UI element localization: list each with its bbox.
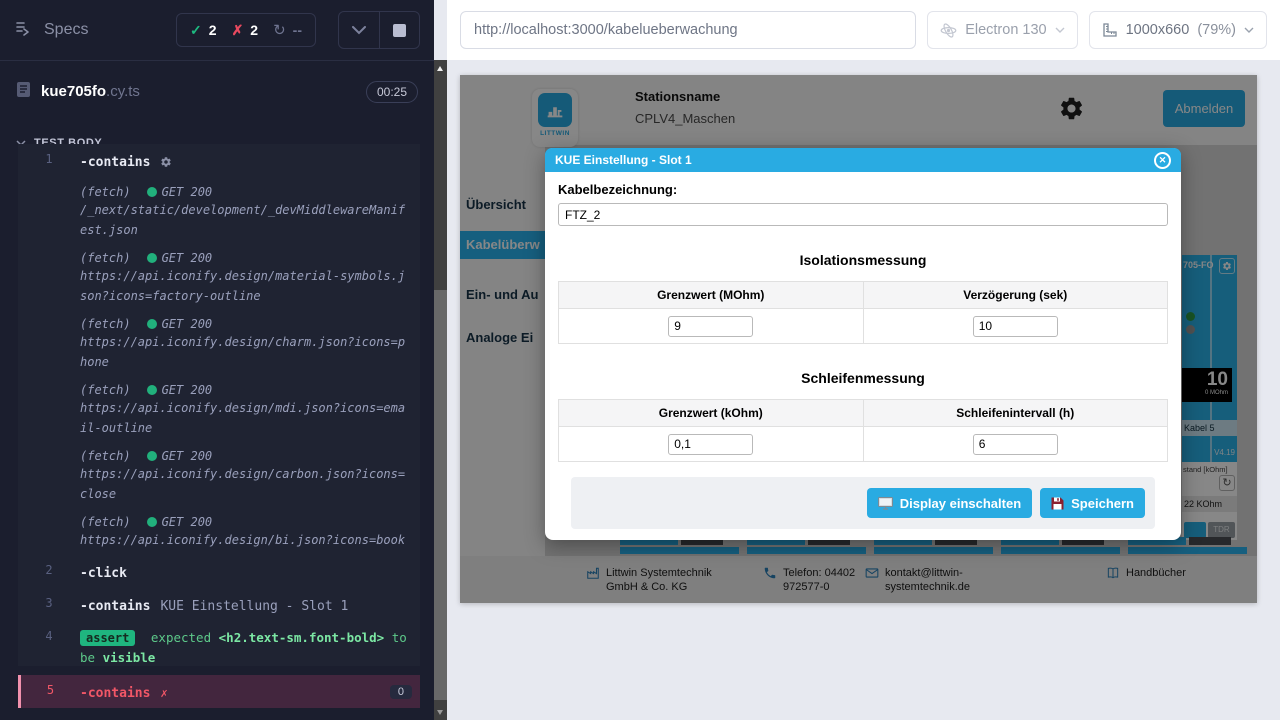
stat-passed: ✓ 2 (190, 22, 217, 39)
fetch-log-1[interactable]: (fetch)GET 200 /_next/static/development… (18, 179, 420, 245)
modal-title: KUE Einstellung - Slot 1 (555, 153, 692, 167)
spec-file-icon (16, 81, 31, 103)
speichern-button[interactable]: Speichern (1040, 488, 1145, 518)
spec-file-row[interactable]: kue705fo.cy.ts 00:25 (0, 61, 434, 123)
stat-failed: ✗ 2 (232, 22, 259, 39)
status-dot (147, 187, 157, 197)
collapse-button[interactable] (339, 12, 379, 48)
column-header: Verzögerung (sek) (863, 282, 1168, 309)
main-area: http://localhost:3000/kabelueberwachung … (447, 0, 1280, 720)
fail-x-icon: ✗ (160, 686, 167, 700)
specs-title: Specs (44, 21, 88, 39)
isolationsmessung-heading: Isolationsmessung (558, 252, 1168, 268)
fetch-log-2[interactable]: (fetch)GET 200 https://api.iconify.desig… (18, 245, 420, 311)
chevron-down-icon (1055, 27, 1065, 33)
column-header: Grenzwert (kOhm) (559, 400, 864, 427)
status-dot (147, 517, 157, 527)
command-click[interactable]: 2 -click (18, 555, 420, 588)
command-assert[interactable]: 4 assert expected <h2.text-sm.font-bold>… (18, 621, 420, 675)
reporter-scrollbar[interactable] (434, 60, 447, 720)
isolationsmessung-table: Grenzwert (MOhm) Verzögerung (sek) (558, 281, 1168, 344)
command-log: 1 -contains (fetch)GET 200 /_next/static… (18, 144, 420, 666)
command-contains-3[interactable]: 3 -containsKUE Einstellung - Slot 1 (18, 588, 420, 621)
cross-icon: ✗ (232, 22, 244, 39)
scrollbar-thumb[interactable] (434, 290, 447, 700)
verzoegerung-sek-input[interactable] (973, 316, 1058, 337)
run-controls (338, 11, 420, 49)
column-header: Schleifenintervall (h) (863, 400, 1168, 427)
url-input[interactable]: http://localhost:3000/kabelueberwachung (460, 11, 916, 49)
stat-pending: ↻ -- (273, 21, 302, 39)
kabelbezeichnung-input[interactable] (558, 203, 1168, 226)
stop-icon (393, 24, 406, 37)
cypress-reporter: Specs ✓ 2 ✗ 2 ↻ -- kue705fo.cy (0, 0, 434, 720)
test-stats: ✓ 2 ✗ 2 ↻ -- (176, 13, 316, 47)
save-floppy-icon (1051, 497, 1064, 510)
spec-name: kue705fo (41, 83, 106, 100)
fetch-log-3[interactable]: (fetch)GET 200 https://api.iconify.desig… (18, 311, 420, 377)
pending-icon: ↻ (273, 21, 286, 39)
modal-footer: Display einschalten Speichern (571, 477, 1155, 529)
specs-list-icon[interactable] (14, 19, 32, 42)
display-icon (878, 497, 893, 510)
browser-bar: http://localhost:3000/kabelueberwachung … (447, 0, 1280, 60)
schleifenintervall-input[interactable] (973, 434, 1058, 455)
gear-icon (160, 153, 172, 172)
check-icon: ✓ (190, 22, 202, 39)
spec-ext: .cy.ts (106, 83, 140, 100)
status-dot (147, 319, 157, 329)
status-dot (147, 385, 157, 395)
fetch-log-4[interactable]: (fetch)GET 200 https://api.iconify.desig… (18, 377, 420, 443)
modal-header: KUE Einstellung - Slot 1 ✕ (545, 148, 1181, 172)
error-count-badge: 0 (390, 685, 412, 699)
fetch-log-6[interactable]: (fetch)GET 200 https://api.iconify.desig… (18, 509, 420, 555)
grenzwert-kohm-input[interactable] (668, 434, 753, 455)
viewport-selector[interactable]: 1000x660 (79%) (1089, 11, 1267, 49)
scroll-down-arrow[interactable] (437, 710, 443, 715)
fetch-log-5[interactable]: (fetch)GET 200 https://api.iconify.desig… (18, 443, 420, 509)
ruler-icon (1102, 22, 1118, 38)
command-contains-1[interactable]: 1 -contains (18, 144, 420, 179)
kabelbezeichnung-label: Kabelbezeichnung: (558, 182, 1168, 197)
modal-body: Kabelbezeichnung: Isolationsmessung Gren… (545, 172, 1181, 529)
command-contains-failed[interactable]: 5 -contains✗ 0 (18, 675, 420, 708)
status-dot (147, 451, 157, 461)
grenzwert-mohm-input[interactable] (668, 316, 753, 337)
electron-icon (940, 22, 957, 39)
column-header: Grenzwert (MOhm) (559, 282, 864, 309)
schleifenmessung-heading: Schleifenmessung (558, 370, 1168, 386)
app-viewport: LITTWIN Stationsname CPLV4_Maschen Abmel… (460, 75, 1257, 603)
display-einschalten-button[interactable]: Display einschalten (867, 488, 1032, 518)
kue-settings-modal: KUE Einstellung - Slot 1 ✕ Kabelbezeichn… (545, 148, 1181, 540)
assert-badge: assert (80, 630, 135, 646)
spec-duration: 00:25 (366, 81, 418, 103)
browser-selector[interactable]: Electron 130 (927, 11, 1077, 49)
reporter-header: Specs ✓ 2 ✗ 2 ↻ -- (0, 0, 434, 60)
chevron-down-icon (1244, 27, 1254, 33)
status-dot (147, 253, 157, 263)
scroll-up-arrow[interactable] (437, 66, 443, 71)
schleifenmessung-table: Grenzwert (kOhm) Schleifenintervall (h) (558, 399, 1168, 462)
stop-button[interactable] (379, 12, 419, 48)
close-icon[interactable]: ✕ (1154, 152, 1171, 169)
